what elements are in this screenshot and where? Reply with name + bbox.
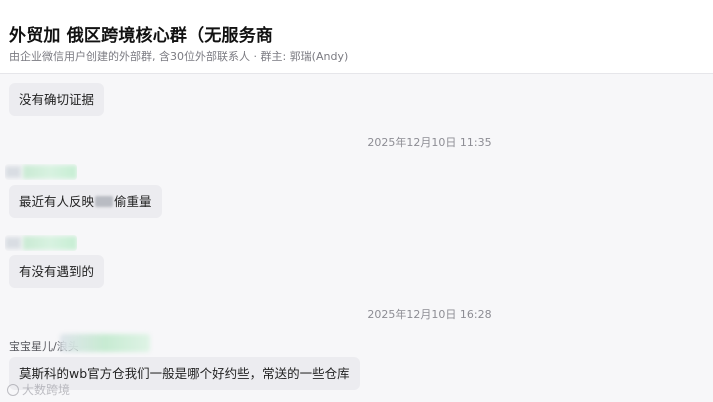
sender-name-blurred[interactable] (5, 164, 77, 180)
redacted-text (95, 196, 114, 207)
group-title[interactable]: 外贸加 俄区跨境核心群（无服务商 (9, 21, 273, 46)
chat-header: 外贸加 俄区跨境核心群（无服务商 由企业微信用户创建的外部群, 含30位外部联系… (0, 0, 713, 74)
message-list[interactable]: 没有确切证据 2025年12月10日 11:35 最近有人反映 偷重量 有没有遇到… (0, 74, 713, 402)
timestamp-text: 2025年12月10日 11:35 (367, 136, 492, 149)
circle-logo-icon (7, 384, 19, 396)
message-text: 最近有人反映 (19, 194, 95, 209)
message-text: 偷重量 (114, 194, 152, 209)
message-timestamp: 2025年12月10日 16:28 (0, 306, 713, 322)
sender-name-blurred (60, 334, 150, 352)
message-bubble[interactable]: 有没有遇到的 (9, 255, 105, 288)
group-subtitle: 由企业微信用户创建的外部群, 含30位外部联系人 · 群主: 郭瑞(Andy) (9, 50, 349, 63)
message-timestamp: 2025年12月10日 11:35 (0, 134, 713, 150)
watermark-text: 大数跨境 (22, 383, 71, 397)
message-bubble[interactable]: 没有确切证据 (9, 83, 105, 116)
message-text: 莫斯科的wb官方仓我们一般是哪个好约些，常送的一些仓库 (19, 366, 350, 381)
sender-name-blurred[interactable] (5, 235, 77, 251)
message-bubble[interactable]: 最近有人反映 偷重量 (9, 185, 162, 218)
timestamp-text: 2025年12月10日 16:28 (367, 308, 492, 321)
watermark: 大数跨境 (7, 381, 70, 398)
message-text: 没有确切证据 (19, 92, 95, 107)
message-text: 有没有遇到的 (19, 264, 95, 279)
